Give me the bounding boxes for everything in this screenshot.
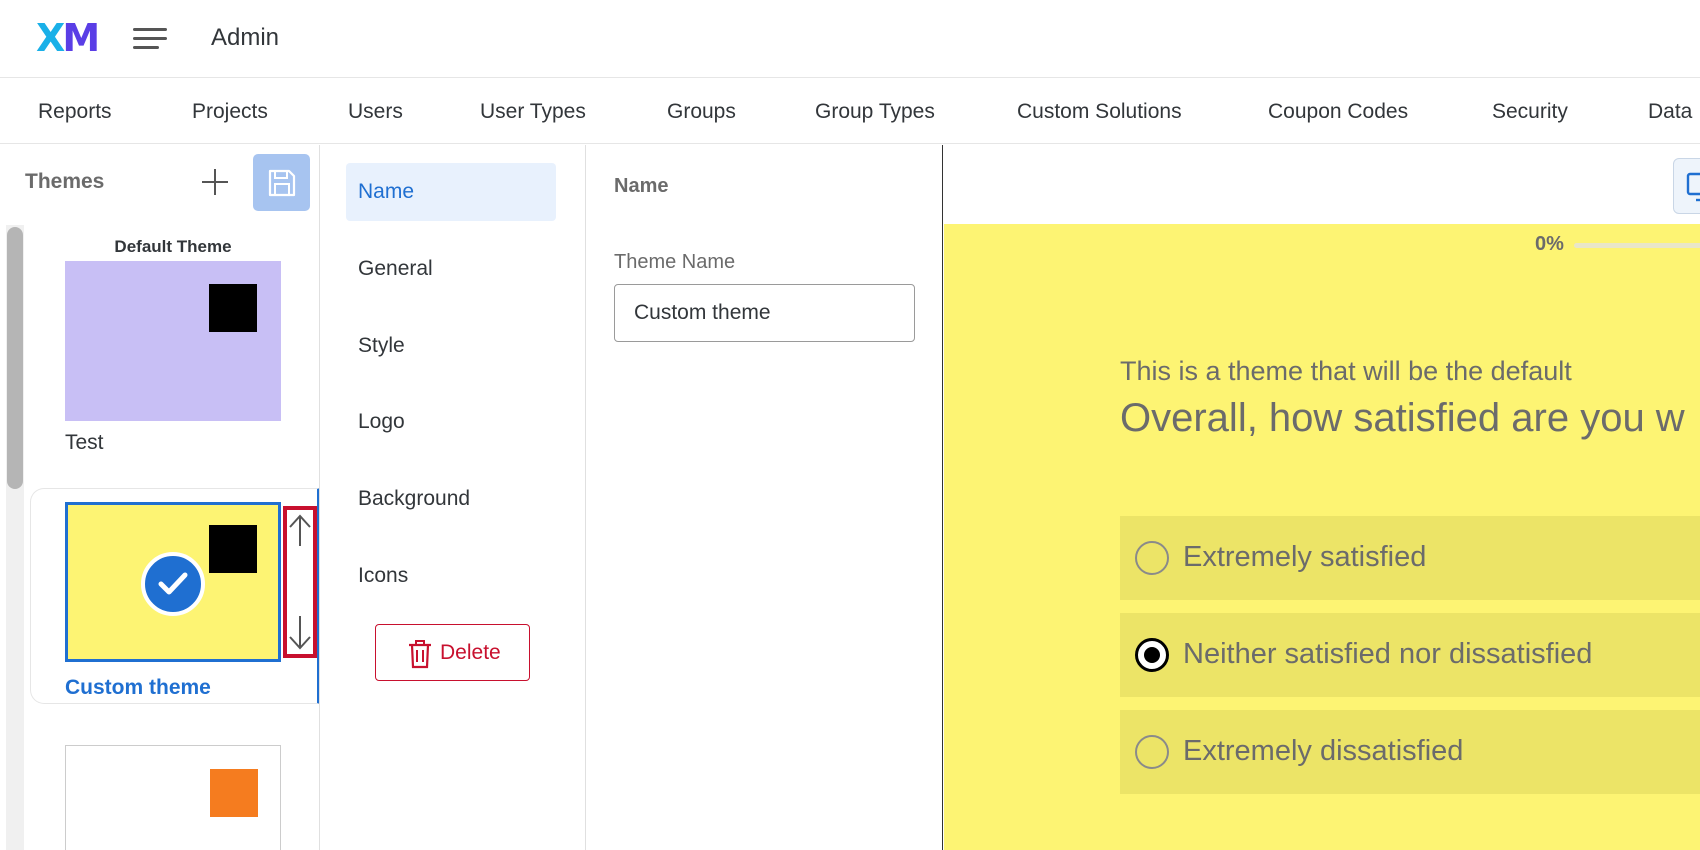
hamburger-menu-icon[interactable]: [133, 26, 167, 52]
xm-logo[interactable]: XM: [36, 16, 100, 60]
theme-name-custom[interactable]: Custom theme: [65, 676, 211, 700]
logo-letter-x: X: [36, 16, 65, 60]
floppy-disk-icon: [268, 169, 296, 197]
tab-group-types[interactable]: Group Types: [815, 100, 935, 124]
tab-groups[interactable]: Groups: [667, 100, 736, 124]
theme-settings-nav: Name General Style Logo Background Icons…: [321, 145, 586, 850]
save-button[interactable]: [253, 154, 310, 211]
top-bar: XM Admin: [0, 0, 1700, 78]
tab-custom-solutions[interactable]: Custom Solutions: [1017, 100, 1182, 124]
panel-title: Name: [614, 175, 669, 197]
logo-letter-m: M: [62, 16, 100, 60]
theme-name-input[interactable]: [614, 284, 915, 342]
arrow-down-icon[interactable]: [289, 616, 311, 650]
preview-body: 0% This is a theme that will be the defa…: [944, 224, 1700, 850]
settings-item-logo[interactable]: Logo: [346, 393, 556, 451]
thumbnail-logo-square: [209, 525, 257, 573]
trash-icon: [409, 640, 431, 669]
admin-nav-tabs: Reports Projects Users User Types Groups…: [0, 78, 1700, 144]
themes-panel: Themes Default Theme Test Custom theme: [0, 145, 320, 850]
tab-user-types[interactable]: User Types: [480, 100, 586, 124]
radio-button-selected[interactable]: [1135, 638, 1169, 672]
app-title: Admin: [211, 24, 280, 51]
name-settings-panel: Name Theme Name: [587, 145, 943, 850]
progress-label: 0%: [1535, 233, 1564, 255]
progress-bar: [1574, 243, 1700, 248]
theme-thumbnail-custom[interactable]: [65, 502, 281, 662]
theme-thumbnail-test[interactable]: [65, 261, 281, 421]
desktop-monitor-icon: [1686, 172, 1700, 202]
selected-check-icon: [141, 552, 205, 616]
choice-label: Neither satisfied nor dissatisfied: [1183, 638, 1593, 670]
delete-theme-button[interactable]: Delete: [375, 624, 530, 681]
radio-button[interactable]: [1135, 735, 1169, 769]
tab-security[interactable]: Security: [1492, 100, 1568, 124]
arrow-up-icon[interactable]: [289, 514, 311, 546]
choice-neither[interactable]: Neither satisfied nor dissatisfied: [1120, 613, 1700, 697]
choice-label: Extremely satisfied: [1183, 541, 1427, 573]
tab-reports[interactable]: Reports: [38, 100, 112, 124]
settings-item-name[interactable]: Name: [346, 163, 556, 221]
delete-label: Delete: [440, 641, 501, 664]
reorder-handle[interactable]: [283, 506, 317, 658]
settings-item-general[interactable]: General: [346, 240, 556, 298]
tab-projects[interactable]: Projects: [192, 100, 268, 124]
tab-data[interactable]: Data: [1648, 100, 1692, 124]
choice-extremely-dissatisfied[interactable]: Extremely dissatisfied: [1120, 710, 1700, 794]
thumbnail-logo-square: [209, 284, 257, 332]
question-intro: This is a theme that will be the default: [1120, 356, 1572, 386]
choice-extremely-satisfied[interactable]: Extremely satisfied: [1120, 516, 1700, 600]
theme-list: Default Theme Test Custom theme: [30, 223, 319, 850]
theme-name-label: Theme Name: [614, 251, 736, 273]
choice-label: Extremely dissatisfied: [1183, 735, 1464, 767]
theme-name-test[interactable]: Test: [65, 431, 104, 455]
tab-coupon-codes[interactable]: Coupon Codes: [1268, 100, 1408, 124]
thumbnail-logo-square: [210, 769, 258, 817]
scrollbar-thumb[interactable]: [7, 227, 23, 489]
add-theme-button[interactable]: [198, 165, 232, 199]
settings-item-icons[interactable]: Icons: [346, 547, 556, 605]
radio-button[interactable]: [1135, 541, 1169, 575]
settings-item-background[interactable]: Background: [346, 470, 556, 528]
question-text: Overall, how satisfied are you w: [1120, 396, 1685, 440]
tab-users[interactable]: Users: [348, 100, 403, 124]
settings-item-style[interactable]: Style: [346, 317, 556, 375]
survey-preview: 0% This is a theme that will be the defa…: [944, 145, 1700, 850]
preview-toolbar: [944, 145, 1700, 224]
theme-thumbnail-third[interactable]: [65, 745, 281, 850]
themes-heading: Themes: [25, 170, 105, 193]
desktop-view-button[interactable]: [1673, 158, 1700, 214]
theme-caption: Default Theme: [114, 237, 232, 256]
